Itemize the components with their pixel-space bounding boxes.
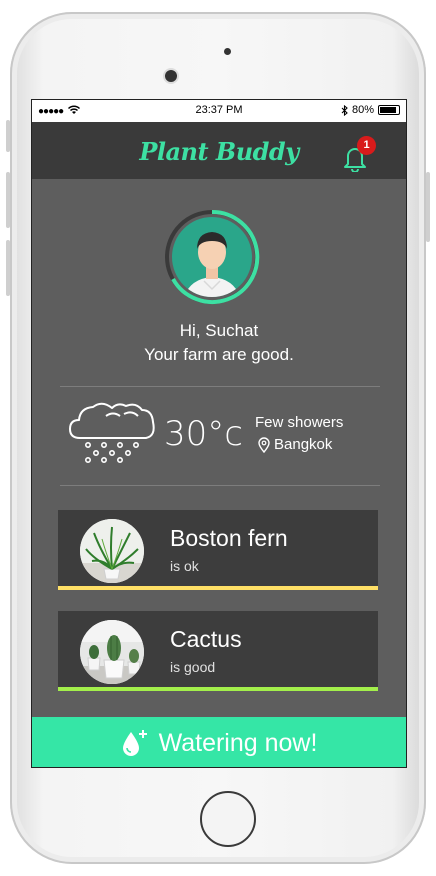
- water-drop-icon: [122, 730, 147, 756]
- status-bar: ●●●●● 23:37 PM 80%: [32, 100, 406, 122]
- divider-top: [60, 386, 380, 387]
- greeting-text: Hi, Suchat: [179, 321, 259, 340]
- proximity-sensor: [224, 48, 231, 55]
- plant-status: is good: [170, 659, 216, 675]
- battery-percent: 80%: [351, 104, 374, 116]
- plant-name: Boston fern: [170, 525, 288, 551]
- weather-condition: Few showers: [255, 414, 344, 431]
- volume-down-button: [6, 240, 10, 296]
- plant-status: is ok: [170, 558, 199, 574]
- watering-now-button[interactable]: Watering now!: [32, 717, 406, 767]
- app-screen: ●●●●● 23:37 PM 80% Plant Buddy 1 Hi, Suc…: [31, 99, 407, 768]
- avatar[interactable]: [164, 209, 260, 305]
- watering-button-label: Watering now!: [158, 728, 318, 757]
- farm-status-text: Your farm are good.: [144, 345, 294, 364]
- fern-image: [80, 519, 144, 583]
- location-pin-icon: [258, 436, 270, 453]
- front-camera: [165, 70, 177, 82]
- weather-location: Bangkok: [258, 436, 332, 453]
- bluetooth-icon: [341, 104, 348, 116]
- plant-status-bar: [58, 586, 378, 590]
- plant-photo-boston-fern: [80, 519, 144, 583]
- cactus-image: [80, 620, 144, 684]
- plant-photo-cactus: [80, 620, 144, 684]
- avatar-illustration: [165, 209, 260, 304]
- temperature: 30°c: [164, 414, 243, 454]
- battery-level: [380, 107, 396, 113]
- power-button: [426, 172, 430, 242]
- location-name: Bangkok: [274, 436, 333, 453]
- mute-switch: [6, 120, 10, 152]
- plant-card-cactus[interactable]: Cactus is good: [58, 611, 378, 691]
- greeting-block: Hi, Suchat Your farm are good.: [32, 319, 406, 367]
- plant-status-bar: [58, 687, 378, 691]
- volume-up-button: [6, 172, 10, 228]
- plant-name: Cactus: [170, 626, 242, 652]
- notification-badge[interactable]: 1: [357, 136, 376, 155]
- battery-icon: [378, 105, 400, 115]
- cloud-rain-icon: [69, 402, 155, 463]
- home-button[interactable]: [200, 791, 256, 847]
- divider-bottom: [60, 485, 380, 486]
- app-header: Plant Buddy 1: [32, 122, 406, 179]
- plant-card-boston-fern[interactable]: Boston fern is ok: [58, 510, 378, 590]
- status-right: 80%: [341, 104, 400, 116]
